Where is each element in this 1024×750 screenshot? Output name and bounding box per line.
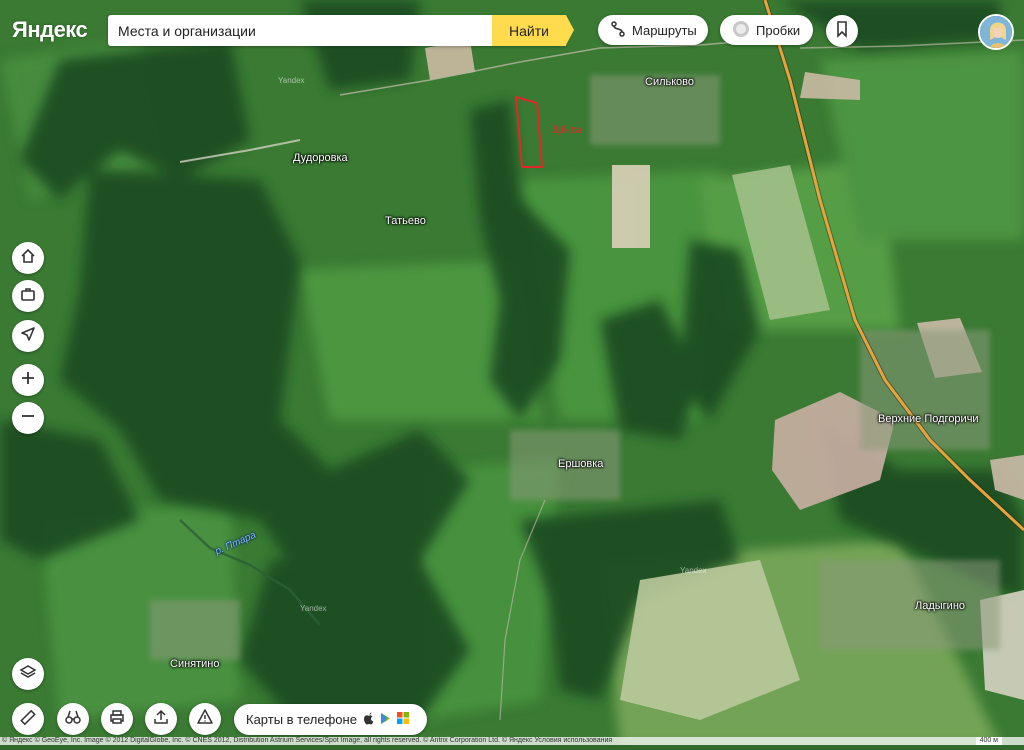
google-play-icon	[380, 712, 391, 728]
place-label: Татьево	[385, 215, 426, 227]
apple-icon	[363, 712, 374, 728]
zoom-out-button[interactable]	[12, 402, 44, 434]
panorama-button[interactable]	[57, 703, 89, 735]
routes-button[interactable]: Маршруты	[598, 15, 708, 45]
location-arrow-icon	[19, 325, 37, 348]
ruler-button[interactable]	[12, 703, 44, 735]
map-imagery	[0, 0, 1024, 745]
ruler-icon	[19, 708, 37, 731]
satellite-map[interactable]: Силькoво Дудоровка Татьево Ершовка Верхн…	[0, 0, 1024, 745]
watermark: Yandex	[300, 604, 327, 613]
zoom-in-button[interactable]	[12, 364, 44, 396]
watermark: Yandex	[278, 76, 305, 85]
layers-button[interactable]	[12, 658, 44, 690]
scale-bar[interactable]: 400 м	[975, 737, 1002, 745]
route-icon	[610, 20, 626, 40]
layers-icon	[19, 663, 37, 686]
place-label: Верхние Подгоричи	[878, 413, 979, 425]
plus-icon	[19, 369, 37, 392]
place-label: Ершовка	[558, 458, 604, 470]
printer-icon	[108, 708, 126, 731]
share-icon	[152, 708, 170, 731]
place-label: Синятино	[170, 658, 220, 670]
warning-icon	[196, 708, 214, 731]
home-button[interactable]	[12, 242, 44, 274]
briefcase-icon	[19, 285, 37, 308]
home-icon	[19, 247, 37, 270]
print-button[interactable]	[101, 703, 133, 735]
binoculars-icon	[64, 708, 82, 731]
share-button[interactable]	[145, 703, 177, 735]
watermark: Yandex	[680, 566, 707, 575]
bookmark-icon	[833, 20, 851, 43]
windows-icon	[396, 712, 409, 727]
app-promo-label: Карты в телефоне	[246, 712, 357, 727]
traffic-label: Пробки	[756, 22, 801, 38]
place-label: Силькoво	[645, 76, 695, 88]
place-label: Дудоровка	[293, 152, 348, 164]
plot-area-label: 3,6 га	[552, 122, 582, 136]
avatar[interactable]	[978, 14, 1014, 50]
search-bar: Найти	[108, 15, 574, 46]
search-input[interactable]	[108, 15, 492, 46]
copyright-bar: © Яндекс © GeoEye, Inc. Image © 2012 Dig…	[0, 737, 1024, 745]
routes-label: Маршруты	[632, 22, 697, 38]
search-button[interactable]: Найти	[492, 15, 574, 46]
briefcase-button[interactable]	[12, 280, 44, 312]
minus-icon	[19, 407, 37, 430]
place-label: Ладыгино	[915, 600, 966, 612]
bookmarks-button[interactable]	[826, 15, 858, 47]
yandex-logo[interactable]: Яндекс	[12, 17, 88, 43]
traffic-light-icon	[732, 20, 750, 41]
report-button[interactable]	[189, 703, 221, 735]
app-promo-button[interactable]: Карты в телефоне	[234, 704, 427, 735]
geolocation-button[interactable]	[12, 320, 44, 352]
traffic-button[interactable]: Пробки	[720, 15, 813, 45]
